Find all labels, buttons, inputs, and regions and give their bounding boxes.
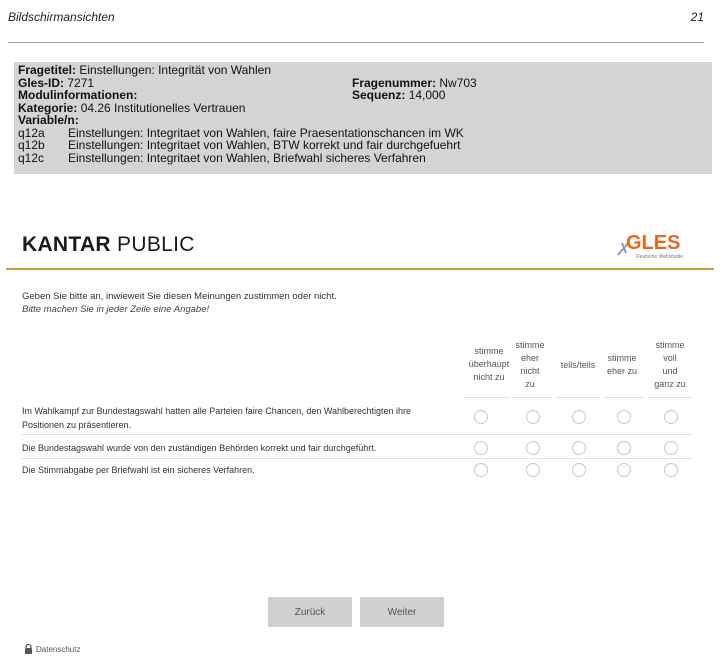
kantar-public-logo: KANTAR PUBLIC — [22, 233, 195, 256]
next-button[interactable]: Weiter — [360, 597, 444, 627]
privacy-label[interactable]: Datenschutz — [36, 645, 80, 654]
question-hint: Bitte machen Sie in jeder Zeile eine Ang… — [22, 304, 210, 315]
gles-logo-subtitle: Deutsche Wahlstudie — [636, 254, 683, 260]
item-divider — [22, 434, 692, 435]
question-text: Geben Sie bitte an, inwieweit Sie diesen… — [22, 290, 337, 316]
gles-logo-text: GLES — [626, 232, 680, 254]
gles-logo-graphic: GLES Deutsche Wahlstudie — [617, 232, 683, 260]
page-header-title: Bildschirmansichten — [8, 10, 115, 24]
scale-header-option-5: stimme voll und ganz zu — [654, 340, 686, 389]
radio-q12b-option-2[interactable] — [526, 441, 540, 455]
question-prompt: Geben Sie bitte an, inwieweit Sie diesen… — [22, 291, 337, 302]
scale-underline — [604, 397, 644, 398]
meta-variable-row: q12c Einstellungen: Integritaet von Wahle… — [18, 150, 426, 165]
radio-q12c-option-4[interactable] — [617, 463, 631, 477]
radio-q12c-option-2[interactable] — [526, 463, 540, 477]
header-divider — [6, 268, 714, 270]
scale-underline — [556, 397, 600, 398]
scale-header-option-2: stimme eher nicht zu — [515, 340, 545, 389]
scale-underline — [512, 397, 552, 398]
privacy-link[interactable]: Datenschutz — [24, 643, 80, 656]
item-label-q12b: Die Bundestagswahl wurde von den zuständ… — [22, 443, 377, 453]
radio-q12a-option-4[interactable] — [617, 410, 631, 424]
radio-q12c-option-5[interactable] — [664, 463, 678, 477]
item-label-q12a: Im Wahlkampf zur Bundestagswahl hatten a… — [22, 406, 412, 430]
radio-q12b-option-5[interactable] — [664, 441, 678, 455]
gles-logo: GLES Deutsche Wahlstudie — [616, 225, 690, 261]
radio-q12a-option-1[interactable] — [474, 410, 488, 424]
meta-sequenz: Sequenz: 14,000 — [352, 88, 446, 102]
lock-icon — [24, 643, 33, 656]
radio-q12c-option-3[interactable] — [572, 463, 586, 477]
radio-q12a-option-2[interactable] — [526, 410, 540, 424]
radio-q12a-option-3[interactable] — [572, 410, 586, 424]
radio-q12b-option-1[interactable] — [474, 441, 488, 455]
radio-q12b-option-3[interactable] — [572, 441, 586, 455]
scale-underline — [464, 397, 510, 398]
item-label-q12c: Die Stimmabgabe per Briefwahl ist ein si… — [22, 465, 255, 475]
page-header: Bildschirmansichten 21 — [8, 10, 704, 28]
question-meta-box: Fragetitel: Einstellungen: Integrität vo… — [14, 62, 712, 174]
radio-q12a-option-5[interactable] — [664, 410, 678, 424]
item-divider — [22, 458, 692, 459]
page-number: 21 — [690, 10, 704, 24]
header-rule — [8, 42, 704, 43]
radio-q12c-option-1[interactable] — [474, 463, 488, 477]
scale-header-option-4: stimme eher zu — [606, 353, 638, 376]
scale-underline — [648, 397, 692, 398]
scale-header-option-3: teils/teils — [560, 360, 596, 370]
back-button[interactable]: Zurück — [268, 597, 352, 627]
scale-header-option-1: stimme überhaupt nicht zu — [468, 346, 510, 382]
radio-q12b-option-4[interactable] — [617, 441, 631, 455]
